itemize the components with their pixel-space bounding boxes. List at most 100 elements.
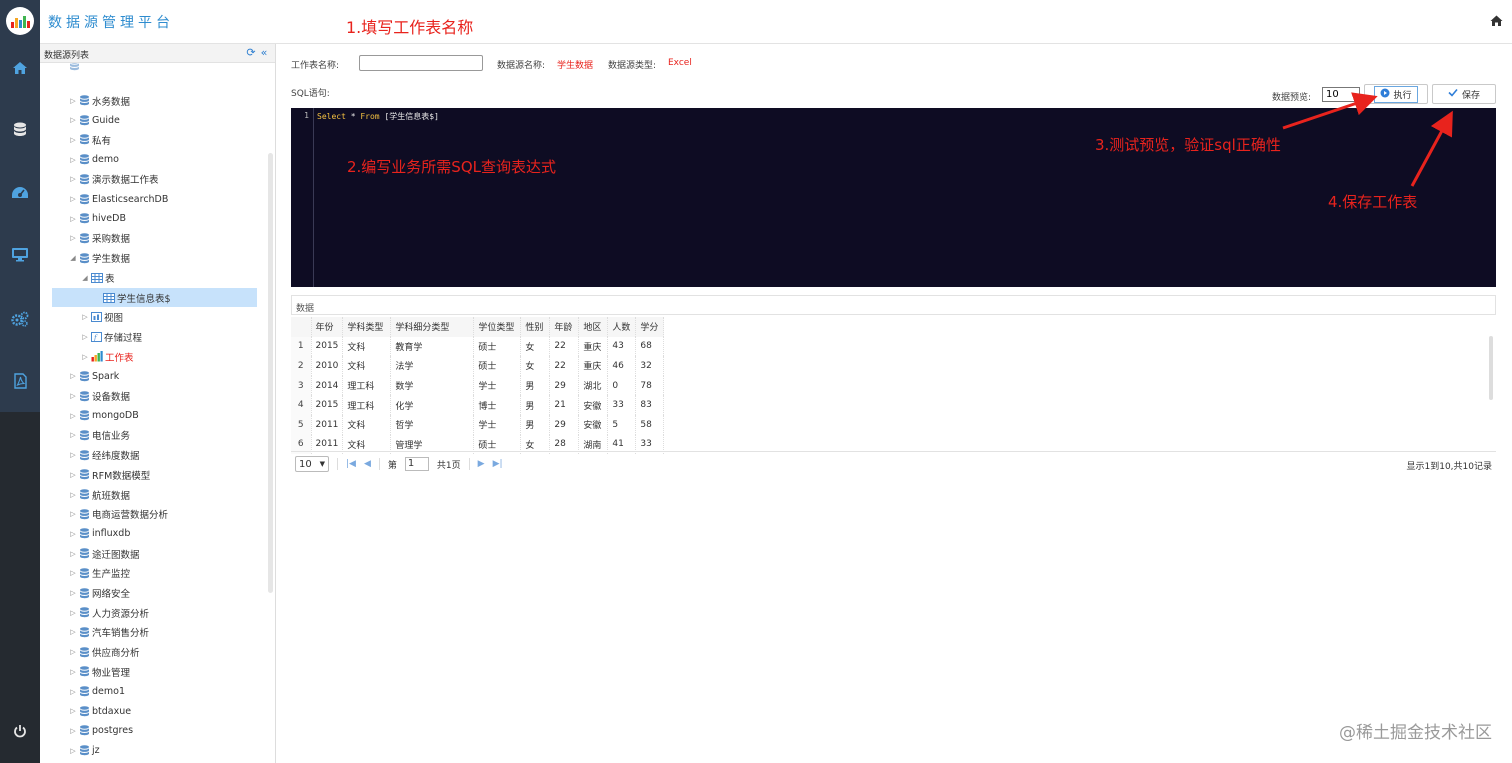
page-number-input[interactable]: 1 [404, 457, 429, 471]
tree-item[interactable]: ◢ 学生数据 [68, 249, 130, 268]
collapsed-arrow-icon[interactable]: ▷ [68, 392, 78, 400]
grid-column-header[interactable]: 人数 [607, 317, 637, 337]
database-nav-icon[interactable] [0, 116, 40, 144]
tree-item[interactable]: ◢ 表 [80, 268, 115, 287]
sql-editor[interactable]: 1 Select * From [学生信息表$] 2.编写业务所需SQL查询表达… [291, 108, 1496, 287]
page-size-select[interactable]: 10 ▼ [295, 456, 329, 472]
collapsed-arrow-icon[interactable]: ▷ [80, 353, 90, 361]
collapsed-arrow-icon[interactable]: ▷ [68, 136, 78, 144]
tree-item[interactable]: ▷ Spark [68, 367, 119, 386]
table-row[interactable]: 5 2011 文科 哲学 学士男 29 安徽 5 58 [291, 414, 665, 435]
collapse-panel-icon[interactable]: « [258, 47, 270, 59]
grid-column-header[interactable]: 学位类型 [473, 317, 522, 337]
power-icon[interactable] [0, 717, 40, 745]
collapsed-arrow-icon[interactable]: ▷ [68, 491, 78, 499]
grid-column-header[interactable]: 地区 [578, 317, 609, 337]
first-page-icon[interactable]: |◀ [346, 459, 356, 469]
refresh-icon[interactable]: ⟳ [245, 47, 257, 59]
collapsed-arrow-icon[interactable]: ▷ [68, 234, 78, 242]
tree-item[interactable]: ▷ mongoDB [68, 406, 138, 425]
pdf-nav-icon[interactable] [0, 367, 40, 395]
dashboard-nav-icon[interactable] [0, 179, 40, 207]
grid-scrollbar[interactable] [1489, 336, 1493, 400]
last-page-icon[interactable]: ▶| [493, 459, 503, 469]
table-row[interactable]: 2 2010 文科 法学 硕士女 22 重庆 46 32 [291, 356, 665, 376]
tree-item[interactable]: ▷ 私有 [68, 130, 111, 149]
sheet-name-input[interactable] [359, 55, 483, 71]
collapsed-arrow-icon[interactable]: ▷ [80, 313, 90, 321]
collapsed-arrow-icon[interactable]: ▷ [68, 431, 78, 439]
tree-item[interactable]: ▷ 汽车销售分析 [68, 623, 149, 642]
tree-item[interactable]: ▷ 物业管理 [68, 662, 130, 681]
collapsed-arrow-icon[interactable]: ▷ [68, 727, 78, 735]
collapsed-arrow-icon[interactable]: ▷ [68, 372, 78, 380]
prev-page-icon[interactable]: ◀ [364, 459, 371, 469]
next-page-icon[interactable]: ▶ [478, 459, 485, 469]
run-button[interactable]: 执行 [1364, 84, 1428, 104]
tree-item[interactable]: ▷ 经纬度数据 [68, 446, 140, 465]
tree-item[interactable]: ▷ 工作表 [80, 347, 134, 366]
collapsed-arrow-icon[interactable]: ▷ [68, 628, 78, 636]
monitor-nav-icon[interactable] [0, 240, 40, 268]
tree-item[interactable]: ▷ hiveDB [68, 209, 126, 228]
collapsed-arrow-icon[interactable]: ▷ [68, 156, 78, 164]
tree-scrollbar[interactable] [268, 153, 273, 593]
collapsed-arrow-icon[interactable]: ▷ [68, 569, 78, 577]
table-row[interactable]: 1 2015 文科 教育学 硕士女 22 重庆 43 68 [291, 336, 665, 357]
tree-item[interactable]: ▷ Guide [68, 111, 120, 130]
collapsed-arrow-icon[interactable]: ▷ [68, 589, 78, 597]
tree-item[interactable]: ▷ ElasticsearchDB [68, 190, 168, 209]
collapsed-arrow-icon[interactable]: ▷ [68, 648, 78, 656]
tree-item[interactable]: ▷ 电信业务 [68, 426, 130, 445]
tree-item[interactable]: ▷ demo1 [68, 682, 125, 701]
collapsed-arrow-icon[interactable]: ▷ [68, 451, 78, 459]
collapsed-arrow-icon[interactable]: ▷ [80, 333, 90, 341]
home-nav-icon[interactable] [0, 54, 40, 82]
collapsed-arrow-icon[interactable]: ▷ [68, 747, 78, 755]
tree-item[interactable]: ▷ demo [68, 150, 119, 169]
collapsed-arrow-icon[interactable]: ▷ [68, 175, 78, 183]
tree-item[interactable]: ▷ 电商运营数据分析 [68, 505, 168, 524]
tree-item[interactable]: ▷ 生产监控 [68, 564, 130, 583]
collapsed-arrow-icon[interactable]: ▷ [68, 510, 78, 518]
grid-column-header[interactable]: 学科类型 [342, 317, 392, 337]
home-icon[interactable] [1490, 15, 1504, 29]
table-row[interactable]: 4 2015 理工科 化学 博士男 21 安徽 33 83 [291, 395, 665, 415]
collapsed-arrow-icon[interactable]: ▷ [68, 471, 78, 479]
tree-item[interactable]: ▷ f 存储过程 [80, 327, 142, 346]
grid-column-header[interactable]: 年份 [311, 317, 344, 337]
sql-code-line[interactable]: Select * From [学生信息表$] [317, 111, 439, 122]
tree-item[interactable]: ▷ 采购数据 [68, 229, 130, 248]
tree-item[interactable]: ▷ 人力资源分析 [68, 603, 149, 622]
collapsed-arrow-icon[interactable]: ▷ [68, 609, 78, 617]
tree-item[interactable]: ▷ influxdb [68, 524, 130, 543]
tree-item[interactable]: ▷ jz [68, 741, 99, 760]
grid-column-header[interactable]: 学分 [635, 317, 665, 337]
tree-item[interactable]: ▷ 水务数据 [68, 91, 130, 110]
collapsed-arrow-icon[interactable]: ▷ [68, 668, 78, 676]
collapsed-arrow-icon[interactable]: ▷ [68, 707, 78, 715]
settings-nav-icon[interactable] [0, 305, 40, 333]
collapsed-arrow-icon[interactable]: ▷ [68, 195, 78, 203]
tree-item[interactable]: ▷ 视图 [80, 308, 123, 327]
collapsed-arrow-icon[interactable]: ▷ [68, 97, 78, 105]
expanded-arrow-icon[interactable]: ◢ [68, 254, 78, 262]
save-button[interactable]: 保存 [1432, 84, 1496, 104]
tree-item[interactable]: ▷ 供应商分析 [68, 643, 140, 662]
grid-column-header[interactable]: 年龄 [549, 317, 580, 337]
preview-count-input[interactable] [1322, 87, 1360, 102]
expanded-arrow-icon[interactable]: ◢ [80, 274, 90, 282]
tree-item[interactable]: ▷ 演示数据工作表 [68, 170, 159, 189]
collapsed-arrow-icon[interactable]: ▷ [68, 550, 78, 558]
grid-column-header[interactable]: 学科细分类型 [390, 317, 475, 337]
collapsed-arrow-icon[interactable]: ▷ [68, 412, 78, 420]
tree-item[interactable]: ▷ 航班数据 [68, 485, 130, 504]
collapsed-arrow-icon[interactable]: ▷ [68, 530, 78, 538]
tree-item[interactable]: 学生信息表$ [52, 288, 257, 307]
table-row[interactable]: 3 2014 理工科 数学 学士男 29 湖北 0 78 [291, 375, 665, 396]
tree-item[interactable]: ▷ 设备数据 [68, 387, 130, 406]
tree-item[interactable]: ▷ btdaxue [68, 702, 131, 721]
tree-item-partial[interactable] [68, 63, 82, 75]
grid-column-header[interactable]: 性别 [520, 317, 551, 337]
tree-item[interactable]: ▷ 网络安全 [68, 584, 130, 603]
